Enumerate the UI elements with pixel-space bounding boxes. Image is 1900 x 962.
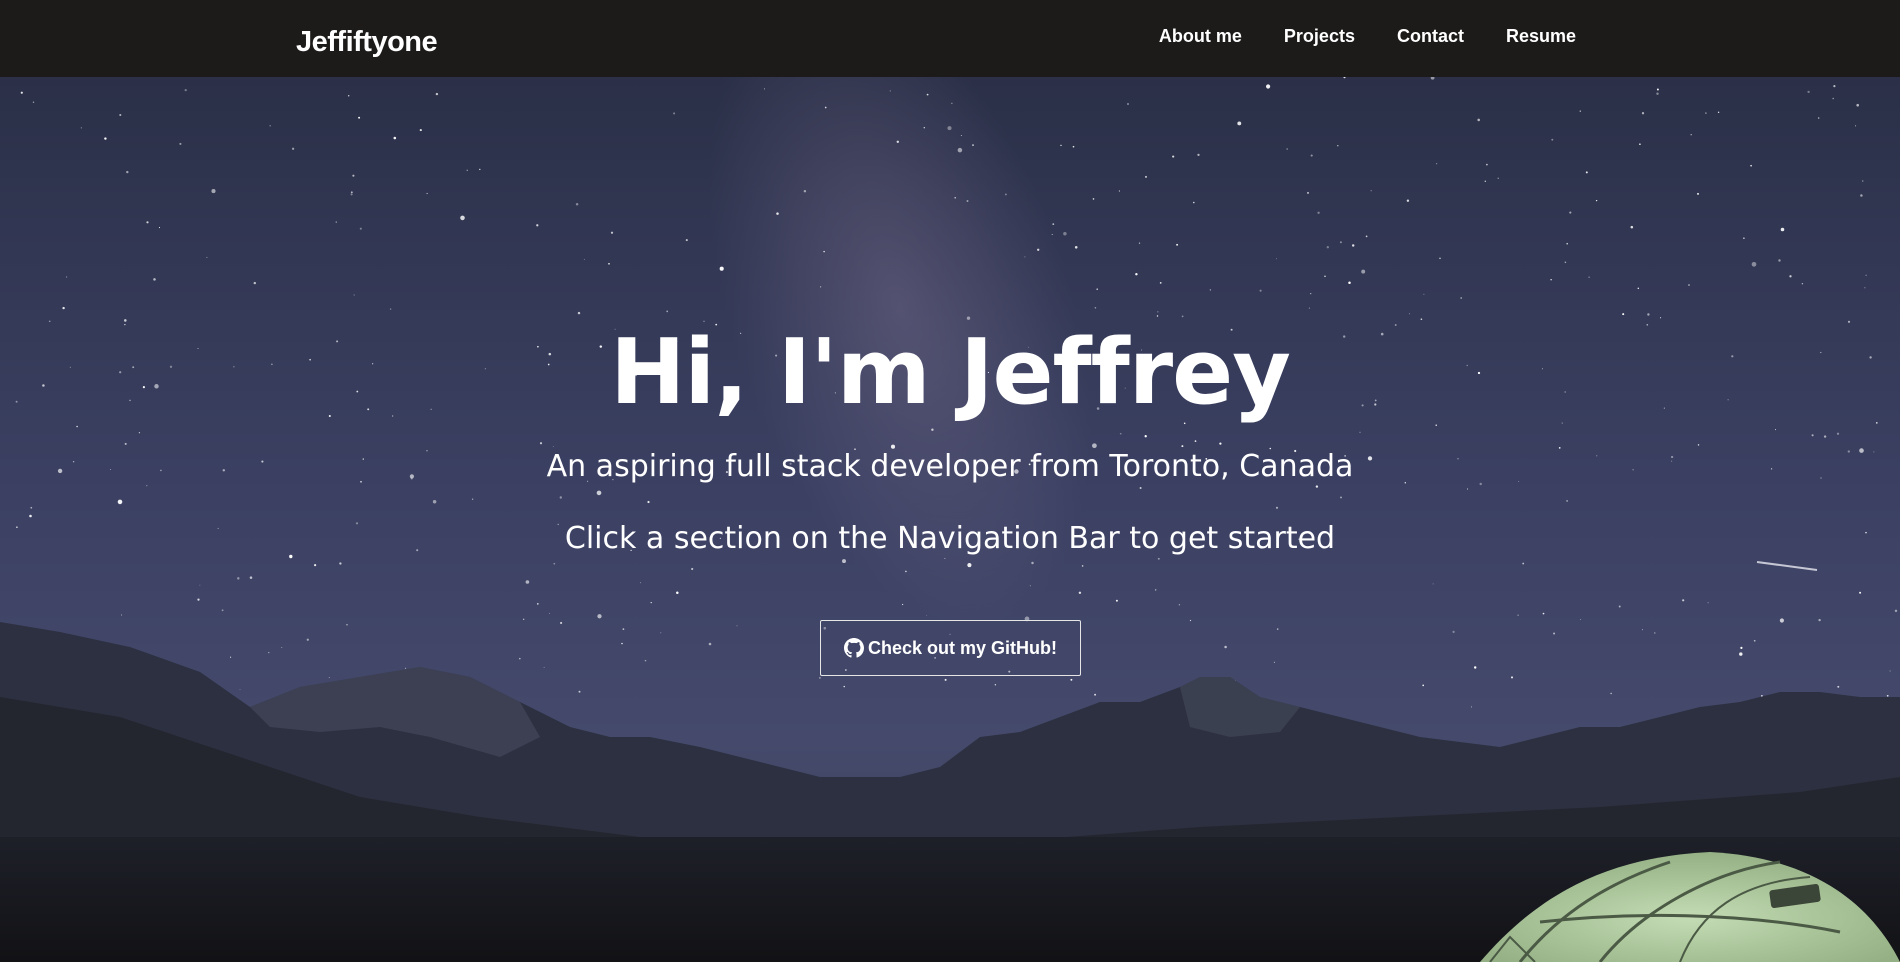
github-button[interactable]: Check out my GitHub! <box>820 620 1081 676</box>
hero-section: Hi, I'm Jeffrey An aspiring full stack d… <box>0 77 1900 962</box>
hero-content: Hi, I'm Jeffrey An aspiring full stack d… <box>0 77 1900 962</box>
nav-link-projects[interactable]: Projects <box>1284 26 1355 47</box>
hero-subtitle: An aspiring full stack developer from To… <box>546 449 1354 484</box>
github-button-label: Check out my GitHub! <box>867 637 1057 658</box>
hero-instruction: Click a section on the Navigation Bar to… <box>564 521 1336 556</box>
brand-logo[interactable]: Jeffiftyone <box>296 26 438 59</box>
nav-link-resume[interactable]: Resume <box>1506 26 1576 47</box>
nav-link-about-me[interactable]: About me <box>1159 26 1242 47</box>
nav-links: About me Projects Contact Resume <box>1159 26 1576 47</box>
github-icon <box>843 638 864 658</box>
nav-link-contact[interactable]: Contact <box>1397 26 1464 47</box>
hero-title: Hi, I'm Jeffrey <box>610 320 1291 425</box>
navbar: Jeffiftyone About me Projects Contact Re… <box>0 0 1900 77</box>
